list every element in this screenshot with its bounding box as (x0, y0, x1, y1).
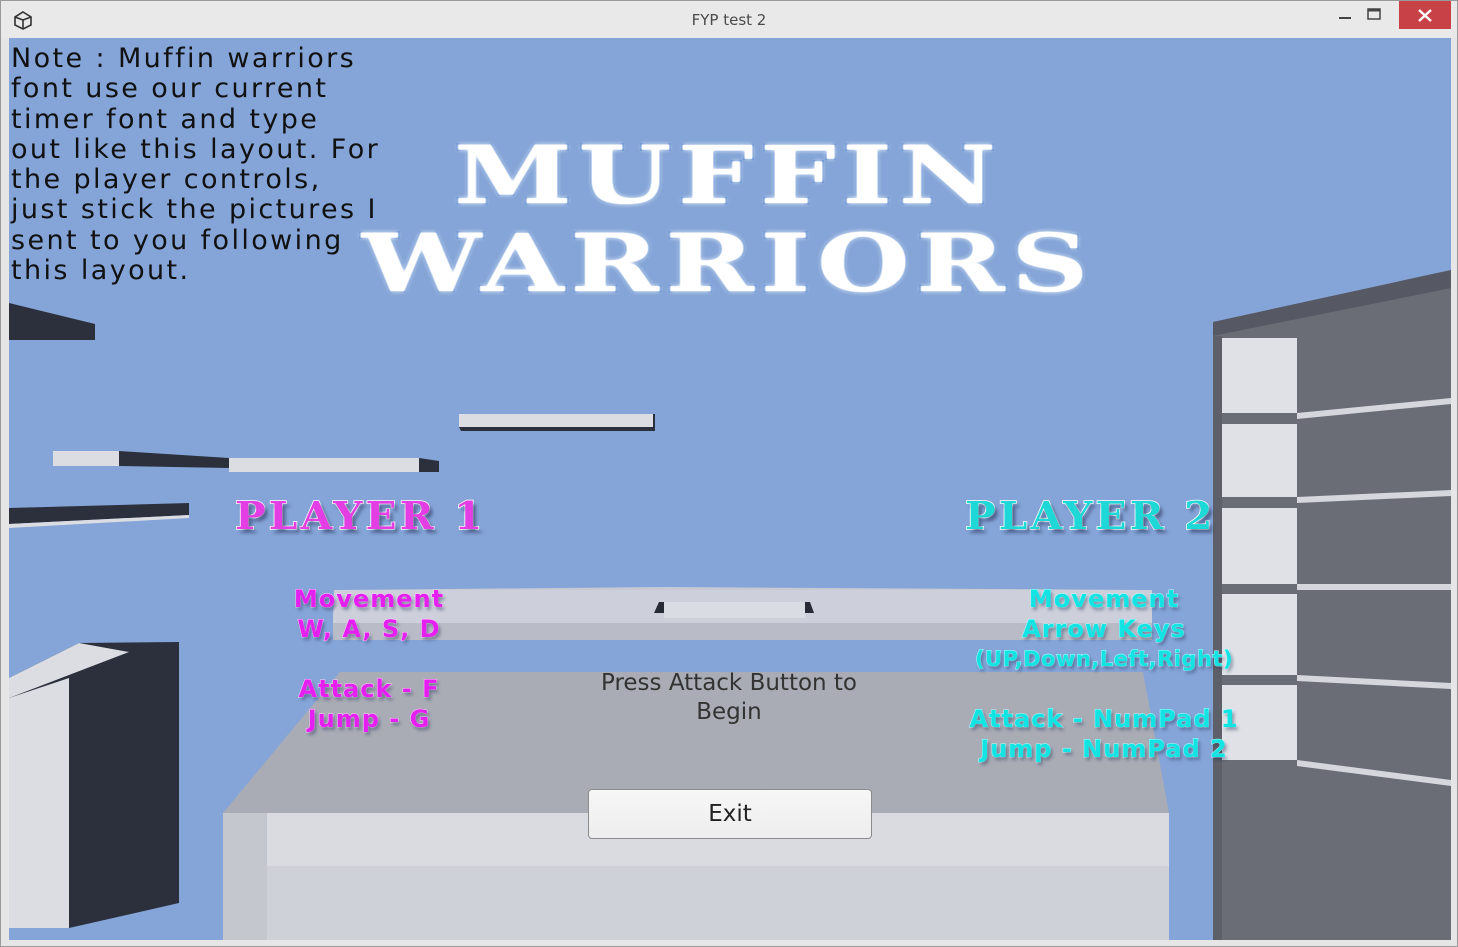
player2-movement-label: Movement (1028, 585, 1180, 614)
game-viewport[interactable]: Note : Muffin warriors font use our curr… (9, 38, 1451, 940)
player2-heading: PLAYER 2 (964, 492, 1216, 539)
maximize-icon (1367, 8, 1381, 20)
start-prompt: Press Attack Button to Begin (600, 670, 858, 725)
player1-movement-keys: W, A, S, D (297, 615, 441, 644)
player1-attack-key: Attack - F (298, 675, 440, 704)
close-icon (1418, 9, 1432, 22)
close-button[interactable] (1399, 1, 1451, 29)
player2-movement-keys: Arrow Keys (1022, 615, 1186, 644)
player1-heading: PLAYER 1 (234, 492, 486, 539)
maximize-button[interactable] (1359, 1, 1389, 29)
minimize-icon (1339, 17, 1351, 19)
player2-jump-key: Jump - NumPad 2 (980, 735, 1228, 764)
window-title: FYP test 2 (691, 11, 767, 29)
left-box (9, 642, 179, 928)
title-bar[interactable]: FYP test 2 (1, 1, 1457, 38)
developer-note: Note : Muffin warriors font use our curr… (11, 43, 381, 287)
minimize-button[interactable] (1331, 1, 1359, 29)
game-window: FYP test 2 Note: Muffin warriors font u… (0, 0, 1458, 947)
player2-movement-detail: (UP,Down,Left,Right) (974, 647, 1234, 672)
player1-jump-key: Jump - G (307, 705, 431, 734)
player1-movement-label: Movement (293, 585, 445, 614)
exit-button[interactable]: Exit (588, 789, 872, 839)
player2-attack-key: Attack - NumPad 1 (969, 705, 1239, 734)
